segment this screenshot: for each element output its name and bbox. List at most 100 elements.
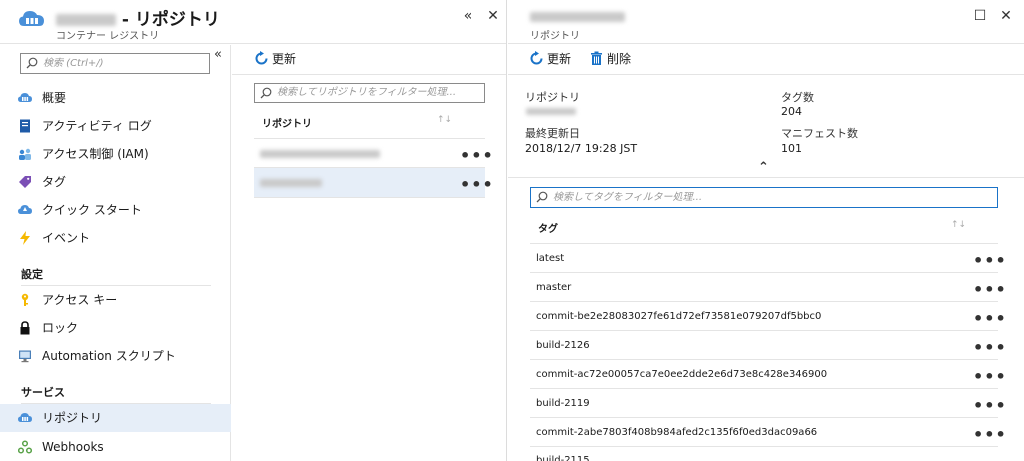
lightning-icon (20, 231, 30, 245)
delete-label: 削除 (607, 52, 632, 66)
menu-item-repositories[interactable]: リポジトリ (0, 404, 231, 432)
row-menu-button[interactable]: ••• (973, 282, 1007, 298)
menu-item-label: イベント (42, 231, 91, 245)
menu-item-lock[interactable]: ロック (0, 314, 231, 342)
tag-count-label: タグ数 (781, 91, 814, 104)
collapse-menu-button[interactable]: « (214, 47, 222, 62)
refresh-label: 更新 (272, 52, 297, 66)
repository-filter-input[interactable]: 検索してリポジトリをフィルター処理... (254, 83, 485, 103)
menu-item-tags[interactable]: タグ (0, 168, 231, 196)
search-icon (260, 87, 272, 99)
registry-name-redacted (56, 14, 116, 26)
registry-blade-header: - リポジトリ コンテナー レジストリ « ✕ (0, 0, 506, 44)
column-header-repository[interactable]: リポジトリ (262, 115, 312, 130)
row-menu-button[interactable]: ••• (460, 148, 494, 164)
collapse-blade-button[interactable]: « (459, 7, 477, 25)
repository-row-selected[interactable]: ••• (254, 168, 493, 197)
row-menu-button[interactable]: ••• (460, 177, 494, 193)
delete-button[interactable]: 削除 (589, 50, 631, 67)
cloud-icon (18, 93, 32, 102)
sort-icon[interactable]: ↑↓ (951, 220, 966, 230)
repository-filter-placeholder: 検索してリポジトリをフィルター処理... (277, 87, 457, 98)
page-subtitle: コンテナー レジストリ (56, 31, 160, 42)
manifest-count-label: マニフェスト数 (781, 127, 858, 140)
tag-row[interactable]: build-2119 ••• (530, 389, 1006, 418)
repository-name-redacted (260, 150, 380, 158)
refresh-icon (255, 51, 268, 65)
sort-icon[interactable]: ↑↓ (437, 115, 452, 125)
users-icon (19, 148, 31, 160)
toolbar-divider (508, 74, 1024, 75)
manifest-count-value: 101 (781, 142, 802, 155)
maximize-blade-button[interactable]: ☐ (971, 7, 989, 25)
tag-name: build-2126 (536, 340, 590, 351)
divider (254, 138, 485, 139)
cloud-icon (18, 413, 32, 422)
repository-row[interactable]: ••• (254, 140, 493, 169)
row-menu-button[interactable]: ••• (973, 311, 1007, 327)
tag-row[interactable]: master ••• (530, 273, 1006, 302)
refresh-button[interactable]: 更新 (254, 50, 296, 67)
menu-item-label: アクセス制御 (IAM) (42, 147, 149, 161)
tag-row[interactable]: commit-be2e28083027fe61d72ef73581e079207… (530, 302, 1006, 331)
menu-item-automation-script[interactable]: Automation スクリプト (0, 342, 231, 370)
tag-row[interactable]: latest ••• (530, 244, 1006, 273)
essentials-divider (508, 177, 1024, 178)
menu-item-label: リポジトリ (42, 411, 103, 425)
repository-label: リポジトリ (525, 91, 580, 104)
collapse-essentials-button[interactable]: ⌃ (758, 160, 769, 175)
repository-list-panel: 更新 検索してリポジトリをフィルター処理... リポジトリ ↑↓ ••• ••• (232, 45, 506, 461)
row-menu-button[interactable]: ••• (973, 369, 1007, 385)
tag-icon (19, 176, 31, 188)
tag-filter-placeholder: 検索してタグをフィルター処理... (553, 192, 703, 203)
menu-item-events[interactable]: イベント (0, 224, 231, 252)
tag-filter-input[interactable]: 検索してタグをフィルター処理... (530, 187, 998, 208)
tag-name: commit-ac72e00057ca7e0ee2dde2e6d73e8c428… (536, 369, 828, 380)
tag-name: master (536, 282, 572, 293)
close-blade-button[interactable]: ✕ (997, 7, 1015, 25)
row-menu-button[interactable]: ••• (973, 253, 1007, 269)
menu-item-label: Webhooks (42, 440, 104, 454)
log-icon (20, 119, 30, 133)
menu-search-input[interactable]: 検索 (Ctrl+/) (20, 53, 210, 74)
last-updated-label: 最終更新日 (525, 127, 580, 140)
menu-item-webhooks[interactable]: Webhooks (0, 433, 231, 461)
tag-count-value: 204 (781, 105, 802, 118)
refresh-icon (530, 51, 543, 65)
webhooks-icon (18, 440, 32, 454)
menu-item-label: ロック (42, 321, 79, 335)
row-menu-button[interactable]: ••• (973, 427, 1007, 443)
blade-subtitle: リポジトリ (530, 31, 580, 42)
close-blade-button[interactable]: ✕ (484, 7, 502, 25)
menu-item-label: クイック スタート (42, 203, 142, 217)
refresh-button[interactable]: 更新 (529, 50, 571, 67)
tag-row[interactable]: commit-ac72e00057ca7e0ee2dde2e6d73e8c428… (530, 360, 1006, 389)
menu-item-label: Automation スクリプト (42, 349, 176, 363)
column-header-tag[interactable]: タグ (538, 220, 558, 235)
search-icon (26, 57, 38, 69)
row-menu-button[interactable]: ••• (973, 340, 1007, 356)
cloud-icon (18, 205, 32, 214)
tag-name: build-2115 (536, 455, 590, 461)
repository-name-redacted (260, 179, 322, 187)
menu-item-label: アクセス キー (42, 293, 118, 307)
menu-item-quick-start[interactable]: クイック スタート (0, 196, 231, 224)
repository-detail-blade: リポジトリ ☐ ✕ 更新 削除 リポジトリ 最終更新日 2018/12/7 19… (508, 0, 1024, 461)
menu-item-label: タグ (42, 175, 67, 189)
last-updated-value: 2018/12/7 19:28 JST (525, 142, 638, 155)
tag-name: build-2119 (536, 398, 590, 409)
repository-detail-header: リポジトリ ☐ ✕ (508, 0, 1024, 44)
monitor-icon (19, 350, 31, 363)
tag-row[interactable]: build-2126 ••• (530, 331, 1006, 360)
trash-icon (591, 51, 602, 65)
menu-item-access-control[interactable]: アクセス制御 (IAM) (0, 140, 231, 168)
tag-name: commit-be2e28083027fe61d72ef73581e079207… (536, 311, 822, 322)
repository-title-redacted (530, 12, 625, 22)
menu-item-activity-log[interactable]: アクティビティ ログ (0, 112, 231, 140)
row-menu-button[interactable]: ••• (973, 398, 1007, 414)
menu-item-overview[interactable]: 概要 (0, 84, 231, 112)
tag-row[interactable]: commit-2abe7803f408b984afed2c135f6f0ed3d… (530, 418, 1006, 447)
menu-item-access-keys[interactable]: アクセス キー (0, 286, 231, 314)
section-header-settings: 設定 (21, 268, 43, 281)
tag-row[interactable]: build-2115 (530, 447, 998, 461)
